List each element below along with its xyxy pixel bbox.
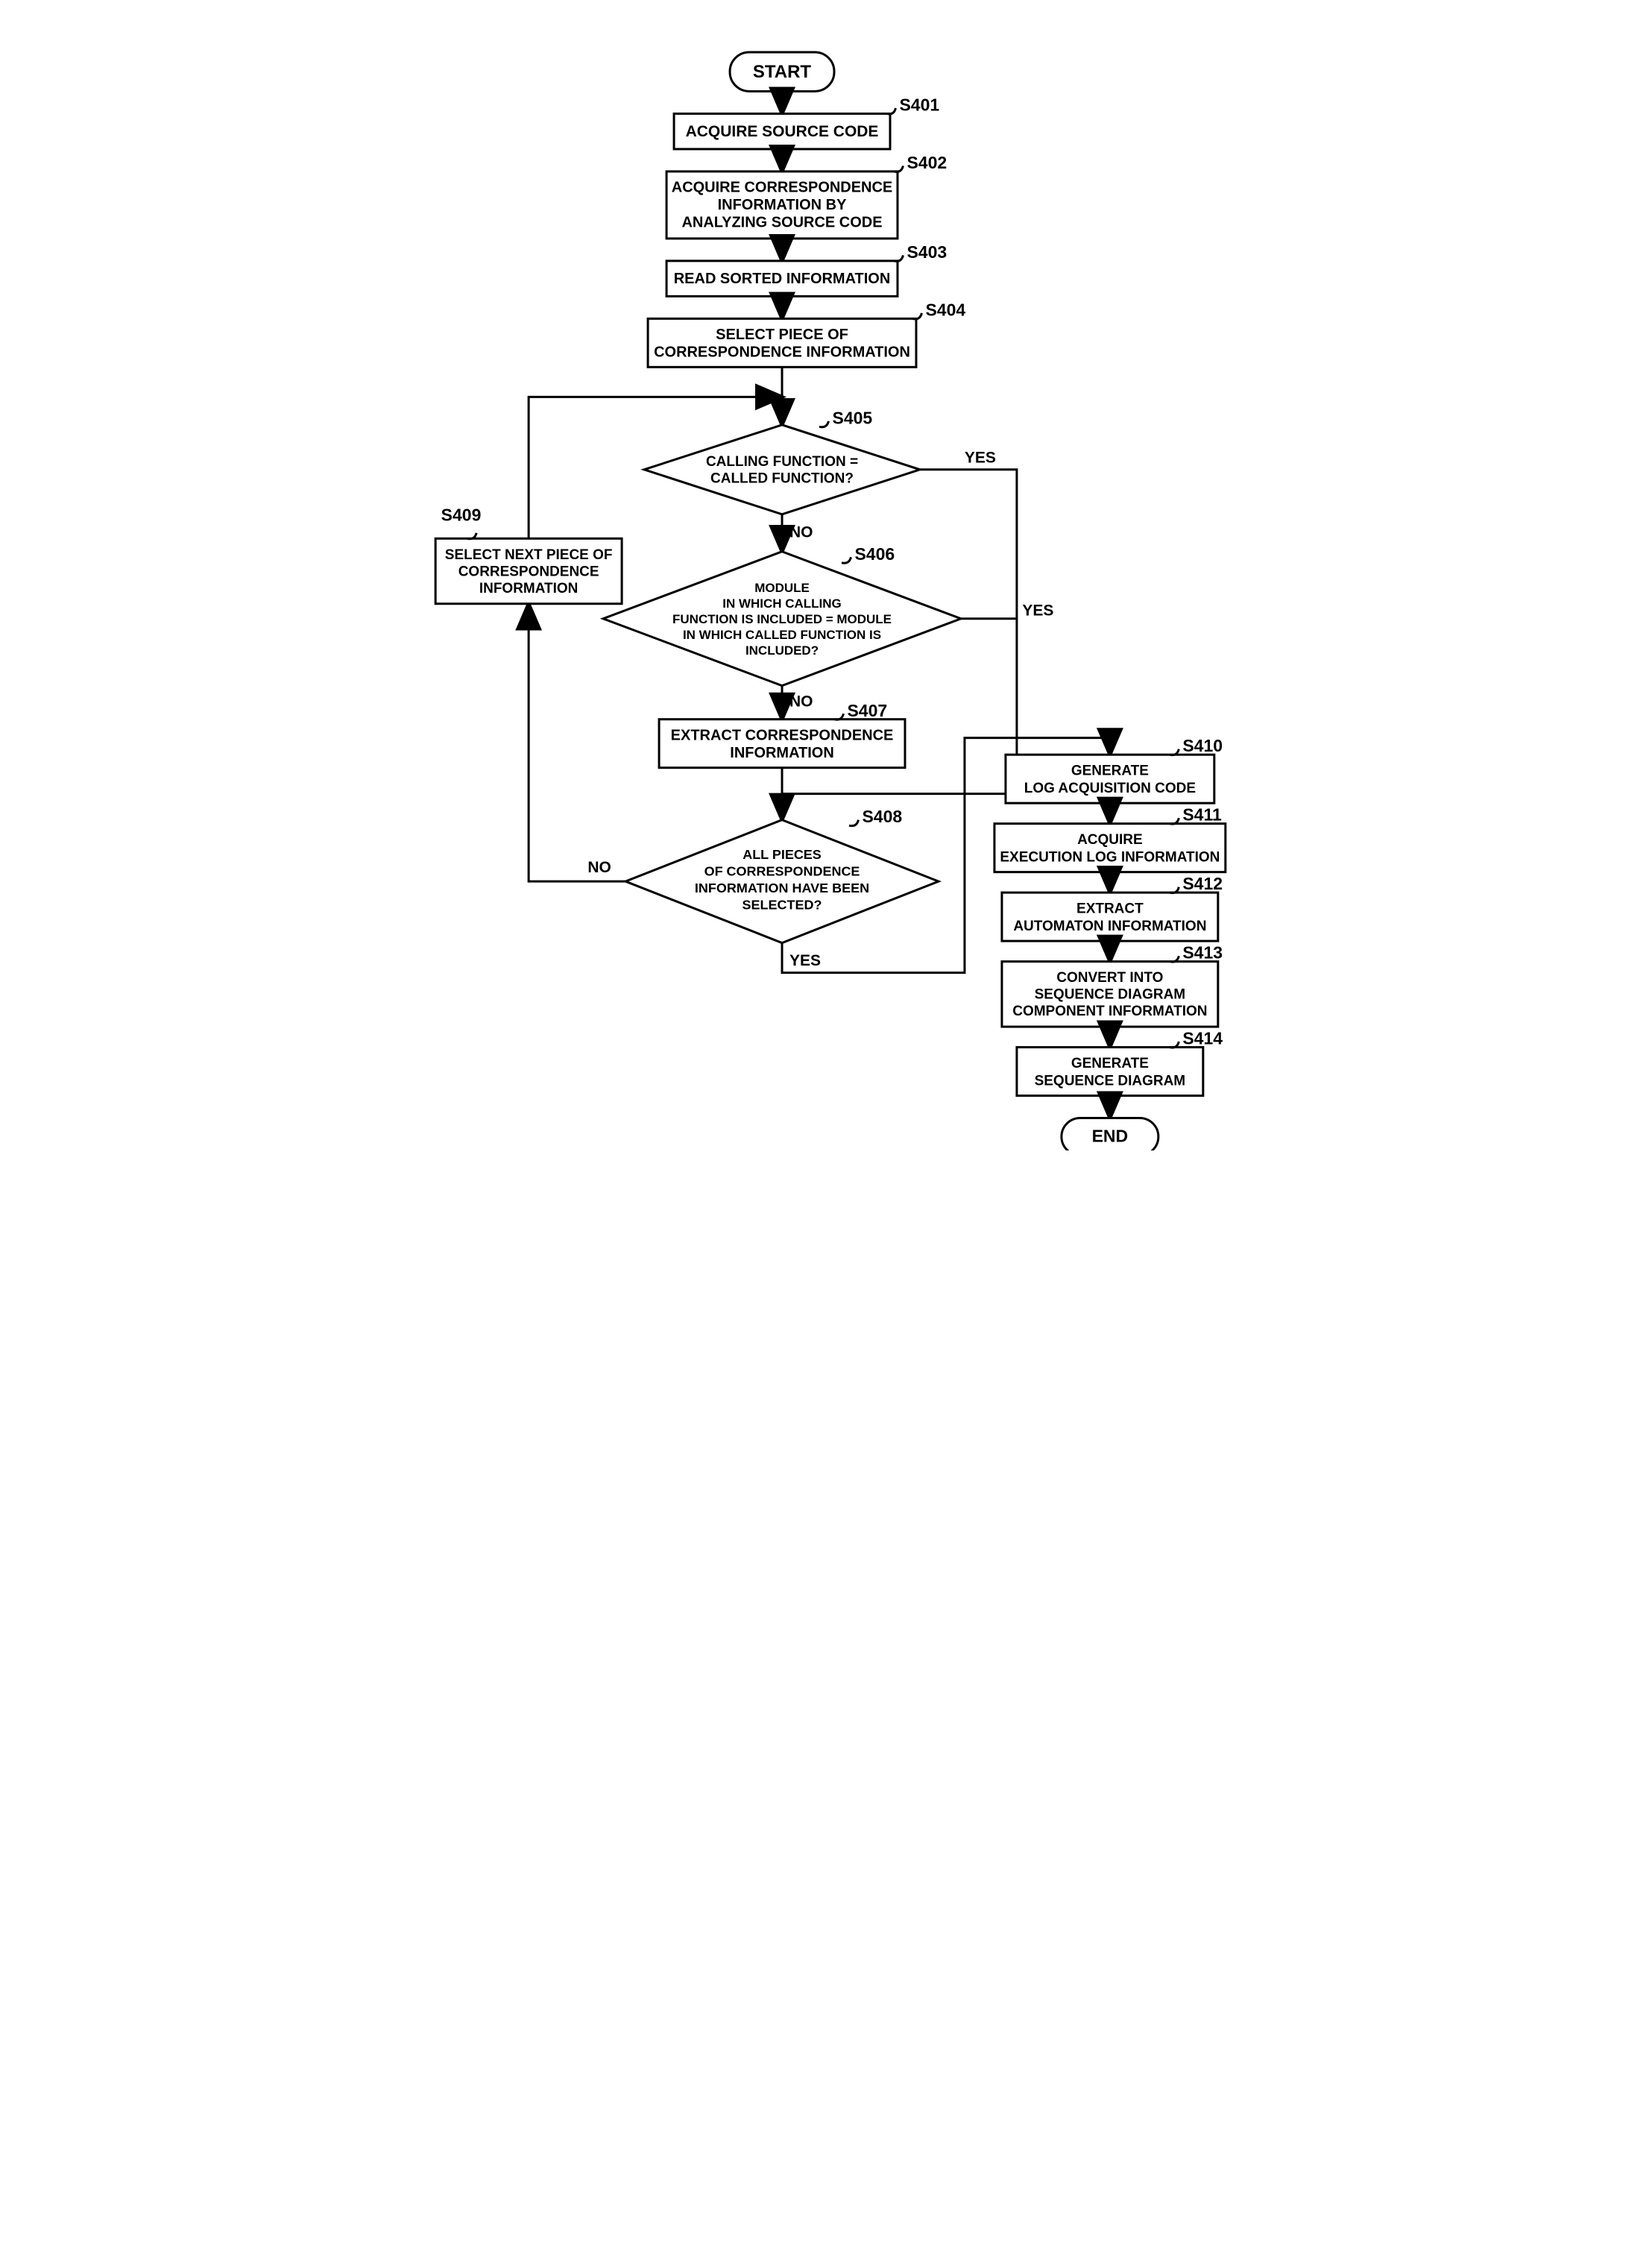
process-s404-l1: SELECT PIECE OF <box>716 327 848 343</box>
step-tag-s411: S411 <box>1182 805 1222 825</box>
step-tag-s407: S407 <box>847 701 887 720</box>
step-tag-s401: S401 <box>899 95 939 115</box>
process-s414-l1: GENERATE <box>1071 1056 1149 1071</box>
decision-s405-l1: CALLING FUNCTION = <box>706 454 858 470</box>
process-s407-l2: INFORMATION <box>730 745 833 761</box>
step-tag-s403: S403 <box>907 242 947 262</box>
decision-s405-l2: CALLED FUNCTION? <box>710 470 854 486</box>
process-s401-text: ACQUIRE SOURCE CODE <box>686 123 879 140</box>
decision-s406-l5: INCLUDED? <box>745 643 819 658</box>
process-s402-l3: ANALYZING SOURCE CODE <box>681 215 882 231</box>
decision-s406-l3: FUNCTION IS INCLUDED = MODULE <box>672 612 892 626</box>
process-s409-l1: SELECT NEXT PIECE OF <box>445 547 613 563</box>
edge-s405-yes: YES <box>965 449 996 466</box>
terminal-start-label: START <box>753 62 812 82</box>
process-s413-l1: CONVERT INTO <box>1056 970 1163 986</box>
edge-s408-no: NO <box>587 859 611 876</box>
process-s410-l1: GENERATE <box>1071 763 1149 779</box>
decision-s406-l4: IN WHICH CALLED FUNCTION IS <box>683 628 881 642</box>
process-s409-l3: INFORMATION <box>479 581 578 596</box>
step-tag-s409: S409 <box>441 505 482 524</box>
step-tag-s413: S413 <box>1182 943 1223 963</box>
step-tag-s408: S408 <box>862 807 902 826</box>
decision-s408-l3: INFORMATION HAVE BEEN <box>695 881 869 895</box>
process-s413-l3: COMPONENT INFORMATION <box>1012 1004 1207 1019</box>
edge-s406-no: NO <box>789 693 813 711</box>
terminal-end-label: END <box>1092 1127 1129 1146</box>
step-tag-s412: S412 <box>1182 874 1223 893</box>
process-s412-l2: AUTOMATON INFORMATION <box>1013 919 1206 934</box>
step-tag-s402: S402 <box>907 153 947 172</box>
decision-s406-l1: MODULE <box>754 581 810 595</box>
step-tag-s405: S405 <box>832 408 872 427</box>
step-tag-s410: S410 <box>1182 736 1223 755</box>
decision-s408-l4: SELECTED? <box>743 897 822 912</box>
decision-s408-l2: OF CORRESPONDENCE <box>704 863 860 878</box>
process-s403-l1: READ SORTED INFORMATION <box>674 271 891 287</box>
step-tag-s404: S404 <box>925 300 965 319</box>
process-s410-l2: LOG ACQUISITION CODE <box>1024 781 1196 796</box>
process-s402-l2: INFORMATION BY <box>718 197 847 213</box>
process-s414-l2: SEQUENCE DIAGRAM <box>1035 1074 1186 1089</box>
process-s412-l1: EXTRACT <box>1076 901 1144 917</box>
process-s409-l2: CORRESPONDENCE <box>458 564 599 579</box>
step-tag-s414: S414 <box>1182 1029 1223 1048</box>
edge-s406-yes: YES <box>1022 602 1053 619</box>
decision-s408-l1: ALL PIECES <box>743 847 822 862</box>
flowchart: START ACQUIRE SOURCE CODE S401 ACQUIRE C… <box>413 30 1239 1150</box>
process-s411-l2: EXECUTION LOG INFORMATION <box>1000 850 1220 866</box>
process-s404-l2: CORRESPONDENCE INFORMATION <box>654 344 910 361</box>
process-s413-l2: SEQUENCE DIAGRAM <box>1035 987 1186 1003</box>
step-tag-s406: S406 <box>854 544 895 564</box>
process-s402-l1: ACQUIRE CORRESPONDENCE <box>672 180 892 196</box>
decision-s406-l2: IN WHICH CALLING <box>722 596 841 611</box>
edge-s408-yes: YES <box>789 952 821 969</box>
edge-s405-no: NO <box>789 523 813 541</box>
process-s407-l1: EXTRACT CORRESPONDENCE <box>671 727 894 743</box>
process-s411-l1: ACQUIRE <box>1077 832 1143 848</box>
